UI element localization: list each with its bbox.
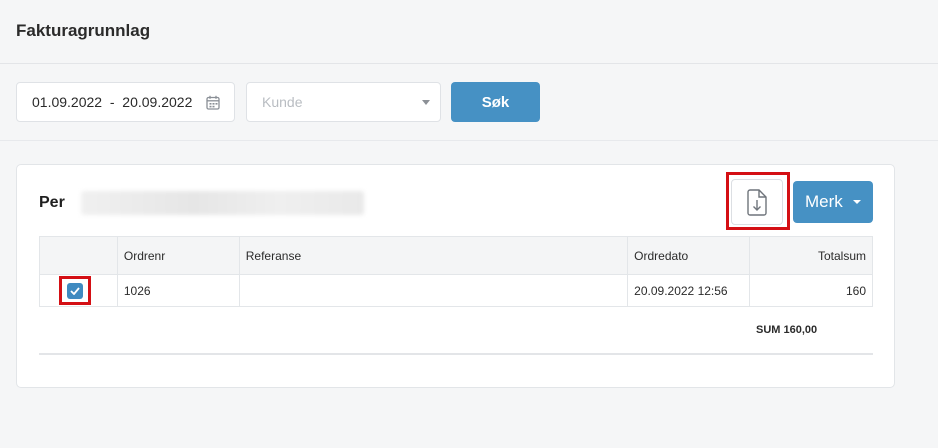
column-header-reference[interactable]: Referanse	[238, 236, 629, 275]
customer-name: Per	[39, 194, 65, 211]
order-date-cell: 20.09.2022 12:56	[627, 274, 751, 307]
calendar-icon	[206, 95, 220, 110]
divider	[39, 353, 873, 355]
date-range-picker[interactable]: 01.09.2022 - 20.09.2022	[16, 82, 235, 122]
customer-select-placeholder: Kunde	[262, 94, 303, 110]
redacted-customer-name	[81, 191, 364, 215]
column-header-select	[39, 236, 118, 275]
table-row: 1026 20.09.2022 12:56 160	[39, 274, 873, 307]
mark-button-label: Merk	[805, 192, 843, 211]
page-header: Fakturagrunnlag	[0, 0, 938, 64]
mark-dropdown-button[interactable]: Merk	[793, 181, 873, 223]
reference-cell	[238, 274, 629, 307]
row-select-checkbox[interactable]	[67, 283, 83, 299]
file-download-icon	[747, 189, 767, 216]
order-no-cell: 1026	[116, 274, 240, 307]
select-cell	[39, 274, 118, 307]
search-button[interactable]: Søk	[451, 82, 540, 122]
check-icon	[70, 287, 80, 295]
column-header-order-date[interactable]: Ordredato	[627, 236, 751, 275]
column-header-order-no[interactable]: Ordrenr	[116, 236, 240, 275]
filter-bar: 01.09.2022 - 20.09.2022 Kunde Søk	[0, 64, 938, 141]
sum-total: SUM 160,00	[756, 324, 818, 336]
page-title: Fakturagrunnlag	[16, 21, 151, 40]
orders-table: Ordrenr Referanse Ordredato Totalsum 102…	[39, 236, 873, 307]
chevron-down-icon	[422, 100, 430, 105]
table-header-row: Ordrenr Referanse Ordredato Totalsum	[39, 236, 873, 275]
date-range-value: 01.09.2022 - 20.09.2022	[32, 94, 193, 110]
caret-down-icon	[853, 200, 861, 204]
export-button[interactable]	[731, 179, 783, 225]
total-cell: 160	[749, 274, 873, 307]
customer-select[interactable]: Kunde	[246, 82, 441, 122]
invoice-card: Per Merk Ordrenr Referanse Ordredato Tot…	[16, 164, 895, 388]
column-header-total[interactable]: Totalsum	[749, 236, 873, 275]
